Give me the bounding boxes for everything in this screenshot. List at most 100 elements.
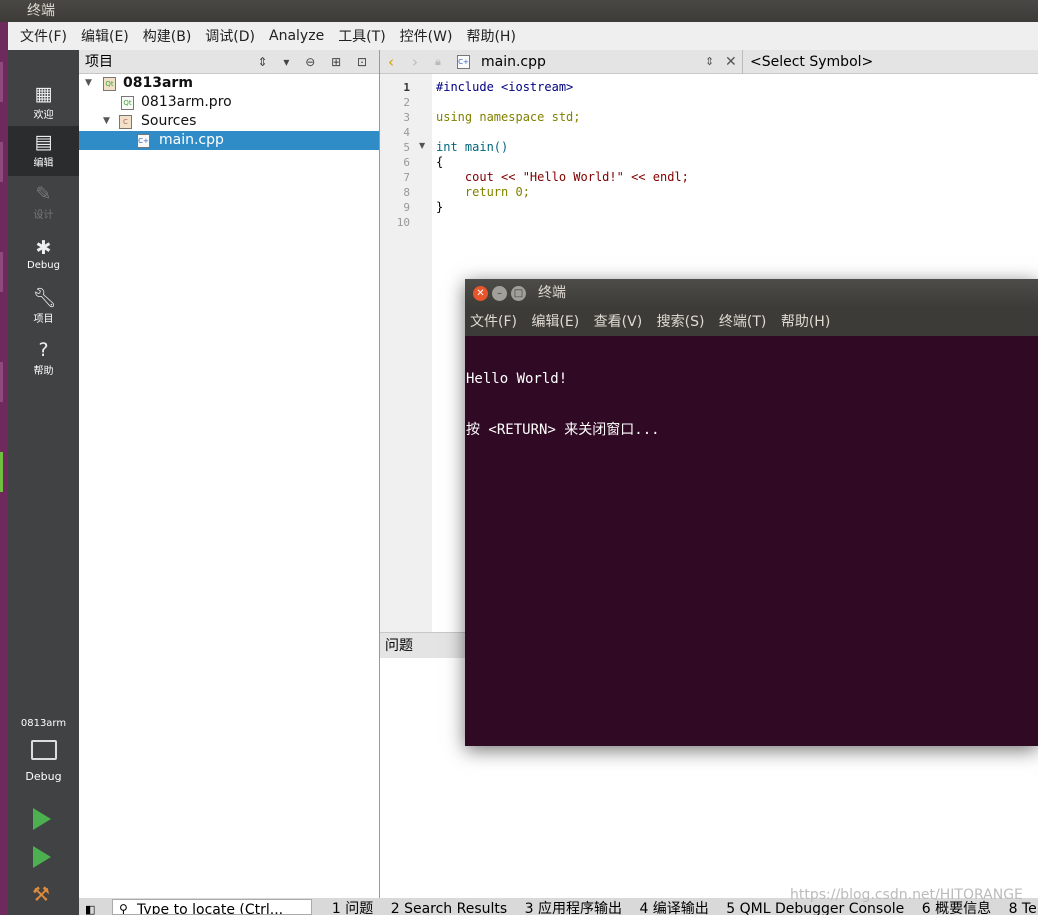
monitor-icon[interactable]	[31, 740, 57, 760]
output-tab-app-output[interactable]: 3 应用程序输出	[525, 898, 622, 915]
help-icon: ?	[38, 339, 49, 361]
run-icon[interactable]	[33, 808, 51, 830]
line-number: 2	[403, 96, 410, 109]
tree-item-main-cpp[interactable]: C+ main.cpp	[79, 131, 379, 150]
sources-folder-icon: C	[119, 115, 132, 129]
close-icon[interactable]: ✕	[725, 50, 737, 74]
project-folder-icon: Qt	[103, 77, 116, 91]
pro-file-icon: Qt	[121, 96, 134, 110]
project-panel-title: 项目	[85, 54, 113, 70]
launcher-item[interactable]	[0, 62, 3, 102]
search-icon: ⚲	[119, 902, 128, 915]
editor-toolbar: ‹ › 🔒︎ C+ main.cpp ⇕ ✕ <Select Symbol>	[380, 50, 1038, 74]
code-line: using namespace std;	[436, 110, 581, 124]
updown-icon[interactable]: ⇕	[705, 50, 714, 74]
mode-label: 欢迎	[33, 110, 54, 121]
menu-analyze[interactable]: Analyze	[269, 28, 324, 44]
line-number: 1	[403, 81, 410, 94]
line-number: 4	[403, 126, 410, 139]
tree-item-pro-file[interactable]: Qt 0813arm.pro	[79, 93, 379, 112]
menu-help[interactable]: 帮助(H)	[466, 26, 515, 46]
output-tab-issues[interactable]: 1 问题	[332, 898, 373, 915]
editor-file-dropdown[interactable]: main.cpp	[481, 50, 546, 74]
divider	[742, 50, 743, 74]
menu-edit[interactable]: 编辑(E)	[81, 26, 129, 46]
output-tab-search[interactable]: 2 Search Results	[391, 898, 507, 915]
terminal-menu-help[interactable]: 帮助(H)	[781, 314, 830, 330]
line-number: 5	[403, 141, 410, 154]
terminal-title-bar: ✕ – □ 终端	[465, 279, 1038, 308]
lock-icon: 🔒︎	[435, 55, 441, 68]
code-line: int main()	[436, 140, 509, 154]
chevron-down-icon[interactable]: ▼	[85, 74, 92, 93]
forward-arrow-icon[interactable]: ›	[412, 50, 418, 74]
terminal-menu-terminal[interactable]: 终端(T)	[719, 314, 766, 330]
line-number: 10	[396, 216, 410, 229]
menu-widgets[interactable]: 控件(W)	[400, 26, 453, 46]
mode-edit[interactable]: ▤ 编辑	[8, 126, 79, 176]
bug-icon: ✱	[35, 237, 52, 259]
code-line: }	[436, 200, 444, 214]
debug-run-icon[interactable]	[33, 846, 51, 868]
locator-input[interactable]: ⚲ Type to locate (Ctrl...	[112, 899, 312, 915]
kit-build-config: Debug	[25, 770, 62, 783]
terminal-menu-view[interactable]: 查看(V)	[594, 314, 643, 330]
project-panel-tools[interactable]: ⇕ ▾ ⊖ ⊞ ⊡	[258, 50, 374, 74]
terminal-line: Hello World!	[466, 371, 568, 387]
line-number: 6	[403, 156, 410, 169]
cpp-file-icon: C+	[137, 134, 150, 148]
menu-debug[interactable]: 调试(D)	[205, 26, 255, 46]
code-line: #include <iostream>	[436, 80, 574, 94]
launcher-item[interactable]	[0, 362, 3, 402]
project-panel-header: 项目 ⇕ ▾ ⊖ ⊞ ⊡	[79, 50, 379, 74]
output-tab-compile[interactable]: 4 编译输出	[639, 898, 708, 915]
maximize-icon[interactable]: □	[511, 286, 526, 301]
mode-help[interactable]: ? 帮助	[8, 334, 79, 384]
mode-label: Debug	[27, 260, 60, 271]
terminal-menu-edit[interactable]: 编辑(E)	[531, 314, 579, 330]
chevron-down-icon[interactable]: ▼	[103, 112, 110, 131]
pencil-icon: ✎	[35, 183, 52, 205]
menu-bar: 文件(F) 编辑(E) 构建(B) 调试(D) Analyze 工具(T) 控件…	[8, 22, 1038, 50]
menu-file[interactable]: 文件(F)	[20, 26, 67, 46]
line-number: 7	[403, 171, 410, 184]
terminal-menu-search[interactable]: 搜索(S)	[657, 314, 705, 330]
mode-debug[interactable]: ✱ Debug	[8, 232, 79, 282]
line-number-gutter: 1 2 3 4 5 ▼ 6 7 8 9 10	[380, 74, 432, 632]
mode-design[interactable]: ✎ 设计	[8, 178, 79, 228]
tree-item-sources[interactable]: ▼ C Sources	[79, 112, 379, 131]
tree-item-project[interactable]: ▼ Qt 0813arm	[79, 74, 379, 93]
code-line: return 0;	[436, 185, 530, 199]
tree-item-label: 0813arm.pro	[141, 94, 232, 110]
menu-build[interactable]: 构建(B)	[143, 26, 192, 46]
terminal-output[interactable]: Hello World! 按 <RETURN> 来关闭窗口...	[466, 337, 660, 473]
back-arrow-icon[interactable]: ‹	[388, 50, 394, 74]
sidebar-toggle-icon[interactable]: ◧	[79, 899, 115, 915]
build-hammer-icon[interactable]: ⚒	[32, 882, 50, 906]
mode-projects[interactable]: 🔧︎ 项目	[8, 282, 79, 332]
line-number: 8	[403, 186, 410, 199]
launcher-item[interactable]	[0, 252, 3, 292]
terminal-window[interactable]: ✕ – □ 终端 文件(F) 编辑(E) 查看(V) 搜索(S) 终端(T) 帮…	[465, 279, 1038, 746]
tree-item-label: Sources	[141, 113, 197, 129]
code-line: cout << "Hello World!" << endl;	[436, 170, 689, 184]
wrench-icon: 🔧︎	[32, 287, 57, 309]
symbol-selector[interactable]: <Select Symbol>	[750, 50, 873, 74]
grid-icon: ▦	[34, 83, 53, 105]
terminal-menu-bar: 文件(F) 编辑(E) 查看(V) 搜索(S) 终端(T) 帮助(H)	[465, 308, 1038, 336]
mode-label: 帮助	[33, 366, 54, 377]
terminal-menu-file[interactable]: 文件(F)	[470, 314, 517, 330]
menu-tools[interactable]: 工具(T)	[338, 26, 385, 46]
project-panel: 项目 ⇕ ▾ ⊖ ⊞ ⊡ ▼ Qt 0813arm Qt 0813arm.pro…	[79, 50, 380, 898]
mode-label: 设计	[33, 210, 54, 221]
window-title: 终端	[0, 0, 1038, 22]
launcher-item[interactable]	[0, 142, 3, 182]
kit-project-name: 0813arm	[20, 718, 67, 729]
edit-doc-icon: ▤	[34, 131, 53, 153]
mode-welcome[interactable]: ▦ 欢迎	[8, 78, 79, 128]
close-icon[interactable]: ✕	[473, 286, 488, 301]
mode-label: 项目	[33, 314, 54, 325]
launcher-active-item[interactable]	[0, 452, 3, 492]
fold-arrow-icon[interactable]: ▼	[419, 141, 425, 150]
minimize-icon[interactable]: –	[492, 286, 507, 301]
